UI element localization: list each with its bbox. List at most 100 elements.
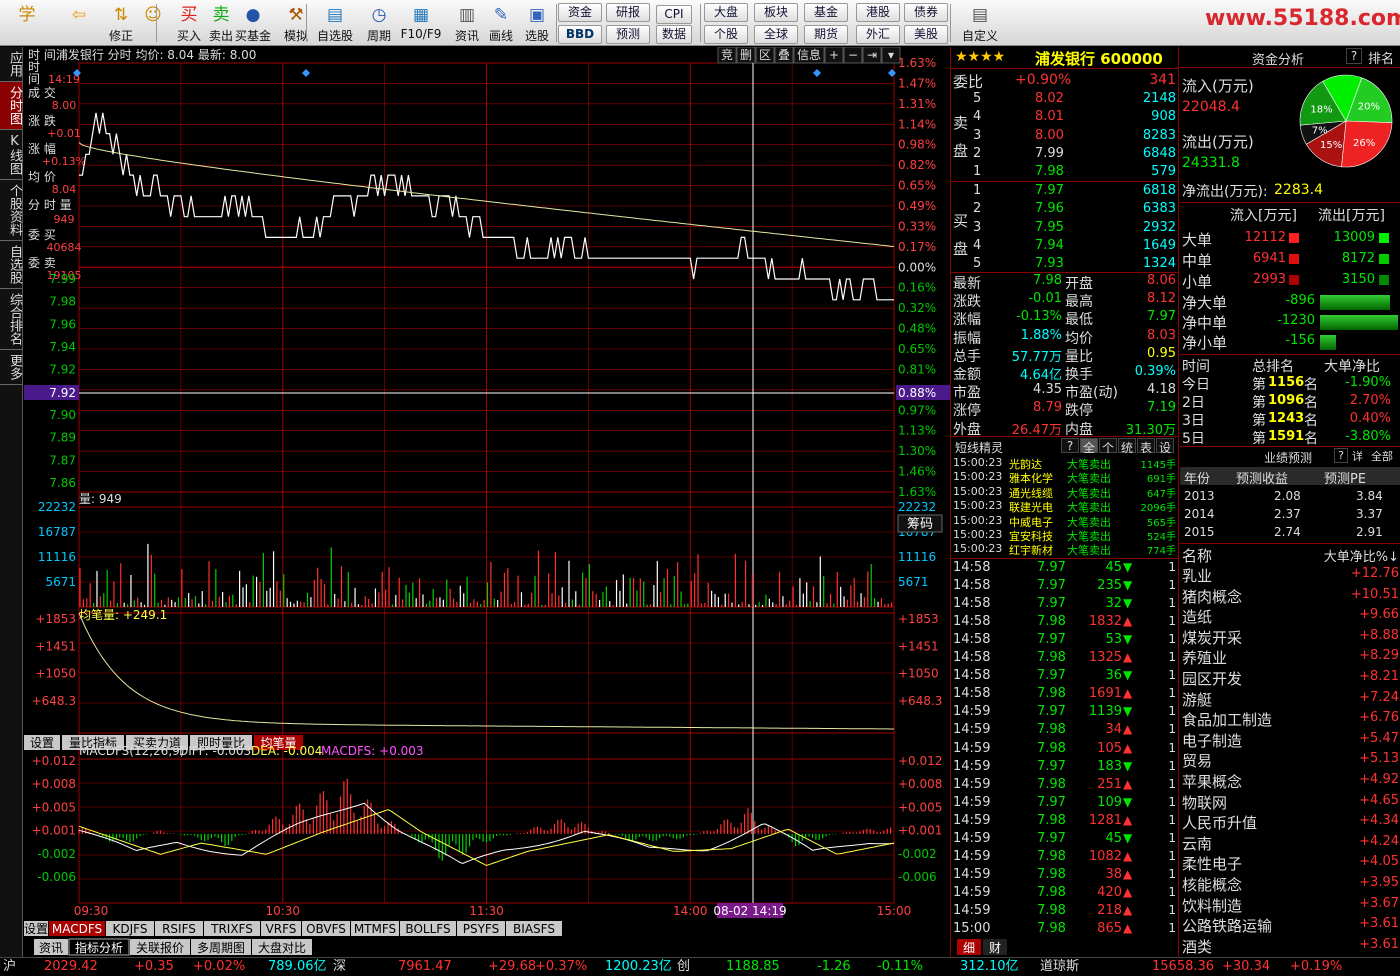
vol-tick-r-3: 5671 (898, 575, 929, 589)
shortline-tab-1[interactable]: 全 (1080, 438, 1098, 455)
tick-tab-1[interactable]: 财 (983, 939, 1007, 955)
info-key-6: 涨 幅 (28, 141, 56, 156)
leftnav-tab-3[interactable]: 个股资料 (0, 180, 22, 241)
event-marker-1[interactable] (302, 69, 310, 77)
shortline-tab-3[interactable]: 统 (1118, 438, 1136, 455)
toolbar-btn-8[interactable]: ▤ 自选股 (314, 2, 356, 44)
toolbar-small-btn-4[interactable]: 预测 (606, 25, 650, 44)
toolbar-btn-6[interactable]: ● 买基金 (232, 2, 274, 44)
divider (951, 181, 1179, 182)
vol-tick-r-2: 11116 (898, 550, 936, 564)
sector-name-2[interactable]: 造纸 (1182, 606, 1212, 627)
toolbar-small-btn-15[interactable]: 美股 (904, 25, 948, 44)
chart-tool-label-5: + (829, 48, 839, 62)
leftnav-tab-4[interactable]: 自选股 (0, 241, 22, 289)
sector-name-13[interactable]: 云南 (1182, 833, 1212, 854)
tick-count-8: 1 (1168, 704, 1176, 719)
avg-tick-r-1: +1451 (898, 639, 939, 653)
toolbar-small-btn-9[interactable]: 港股 (856, 3, 900, 22)
toolbar-btn-1[interactable]: ⇦ (58, 2, 100, 44)
macd-tick-l-0: +0.012 (32, 754, 76, 768)
tick-tab-0[interactable]: 细 (957, 939, 981, 955)
toolbar-small-btn-1[interactable]: 研报 (606, 3, 650, 22)
forecast-all-button[interactable]: 全部 (1371, 448, 1393, 464)
event-marker-3[interactable] (888, 69, 896, 77)
toolbar-small-btn-7[interactable]: 板块 (754, 3, 798, 22)
sector-name-17[interactable]: 公路铁路运输 (1182, 915, 1272, 936)
leftnav-tab-6[interactable]: 更多 (0, 350, 22, 385)
tick-count-0: 1 (1168, 560, 1176, 574)
sector-name-15[interactable]: 核能概念 (1182, 874, 1242, 895)
toolbar-small-btn-11[interactable]: 个股 (704, 25, 748, 44)
toolbar-small-btn-3[interactable]: BBD (558, 25, 602, 44)
sector-name-4[interactable]: 养殖业 (1182, 647, 1227, 668)
fund-help-button[interactable]: ? (1346, 48, 1362, 64)
toolbar-small-btn-0[interactable]: 资金 (558, 3, 602, 22)
hist-rank-0: 1156 (1268, 375, 1305, 390)
toolbar-small-btn-2[interactable]: CPI (656, 5, 692, 24)
sector-name-5[interactable]: 园区开发 (1182, 668, 1242, 689)
toolbar-btn-0[interactable]: 学 (6, 2, 48, 44)
forecast-detail-button[interactable]: 详 (1352, 448, 1363, 464)
status-item-4: 789.06亿 (268, 959, 327, 974)
sector-name-6[interactable]: 游艇 (1182, 689, 1212, 710)
toolbar-btn-7[interactable]: ⚒ 模拟 (275, 2, 317, 44)
stat-val1-3: 1.88% (1020, 327, 1062, 343)
fund-rank-button[interactable]: 排名 (1368, 48, 1394, 67)
time-tick-1: 10:30 (265, 904, 300, 918)
sector-name-1[interactable]: 猪肉概念 (1182, 586, 1242, 607)
leftnav-tab-5[interactable]: 综合排名 (0, 289, 22, 350)
leftnav-tab-0[interactable]: 应用 (0, 47, 22, 82)
red-square-icon (1289, 233, 1299, 243)
customize-button[interactable]: ▤ 自定义 (958, 2, 1002, 44)
shortline-tab-4[interactable]: 表 (1137, 438, 1155, 455)
sector-name-8[interactable]: 电子制造 (1182, 730, 1242, 751)
ind-tab-label-3: RSIFS (162, 922, 196, 936)
sector-name-10[interactable]: 苹果概念 (1182, 771, 1242, 792)
tick-vol-17: 38 (1105, 866, 1122, 882)
shortline-tab-0[interactable]: ? (1061, 438, 1079, 453)
toolbar-small-btn-5[interactable]: 数据 (656, 25, 692, 44)
toolbar-small-btn-13[interactable]: 期货 (804, 25, 848, 44)
tick-count-5: 1 (1168, 650, 1176, 665)
event-marker-2[interactable] (813, 69, 821, 77)
chart-grid (78, 62, 895, 904)
intraday-chart[interactable]: 时 间浦发银行 分时 均价: 8.04 最新: 8.00 竞删区叠信息 + − ⇥ ▾时间… (24, 46, 950, 957)
buy-vol-3: 1649 (1142, 237, 1176, 253)
sector-name-9[interactable]: 贸易 (1182, 750, 1212, 771)
sector-head-val[interactable]: 大单净比%↓ (1324, 546, 1399, 565)
tick-time-8: 14:59 (953, 704, 991, 720)
shortline-tab-5[interactable]: 设 (1156, 438, 1174, 455)
sector-name-14[interactable]: 柔性电子 (1182, 853, 1242, 874)
toolbar-small-btn-12[interactable]: 全球 (754, 25, 798, 44)
sector-name-12[interactable]: 人民币升值 (1182, 812, 1257, 833)
toolbar-small-btn-14[interactable]: 外汇 (856, 25, 900, 44)
avg-tick-r-0: +1853 (898, 612, 939, 626)
fund-out-value: 24331.8 (1182, 155, 1240, 171)
toolbar-btn-9[interactable]: ◷ 周期 (358, 2, 400, 44)
shortline-tab-2[interactable]: 个 (1099, 438, 1117, 455)
leftnav-tab-1[interactable]: 分时图 (0, 82, 22, 130)
forecast-help-button[interactable]: ? (1334, 448, 1348, 463)
sector-name-0[interactable]: 乳业 (1182, 565, 1212, 586)
hist-key-3: 5日 (1182, 431, 1205, 447)
sector-name-18[interactable]: 酒类 (1182, 936, 1212, 957)
divider (951, 436, 1179, 437)
sector-name-16[interactable]: 饮料制造 (1182, 895, 1242, 916)
sector-name-7[interactable]: 食品加工制造 (1182, 709, 1272, 730)
stat-key2-2: 最低 (1065, 312, 1093, 329)
sector-name-3[interactable]: 煤炭开采 (1182, 627, 1242, 648)
leftnav-tab-2[interactable]: K线图 (0, 130, 22, 180)
tick-price-3: 7.98 (1037, 614, 1066, 630)
pct-tick-3: 1.14% (898, 117, 936, 131)
hist-rank-suffix-3: 名 (1304, 431, 1318, 447)
sector-name-11[interactable]: 物联网 (1182, 792, 1227, 813)
toolbar-small-btn-6[interactable]: 大盘 (704, 3, 748, 22)
toolbar-small-btn-8[interactable]: 基金 (804, 3, 848, 22)
toolbar-small-btn-10[interactable]: 债券 (904, 3, 948, 22)
toolbar-btn-10[interactable]: ▦ F10/F9 (400, 2, 442, 44)
stat-val2-4: 0.95 (1147, 345, 1176, 361)
toolbar-btn-13[interactable]: ▣ 选股 (516, 2, 558, 44)
vol-tick-r-0: 22232 (898, 500, 936, 514)
toolbar-icon-4: 买 (180, 5, 198, 25)
